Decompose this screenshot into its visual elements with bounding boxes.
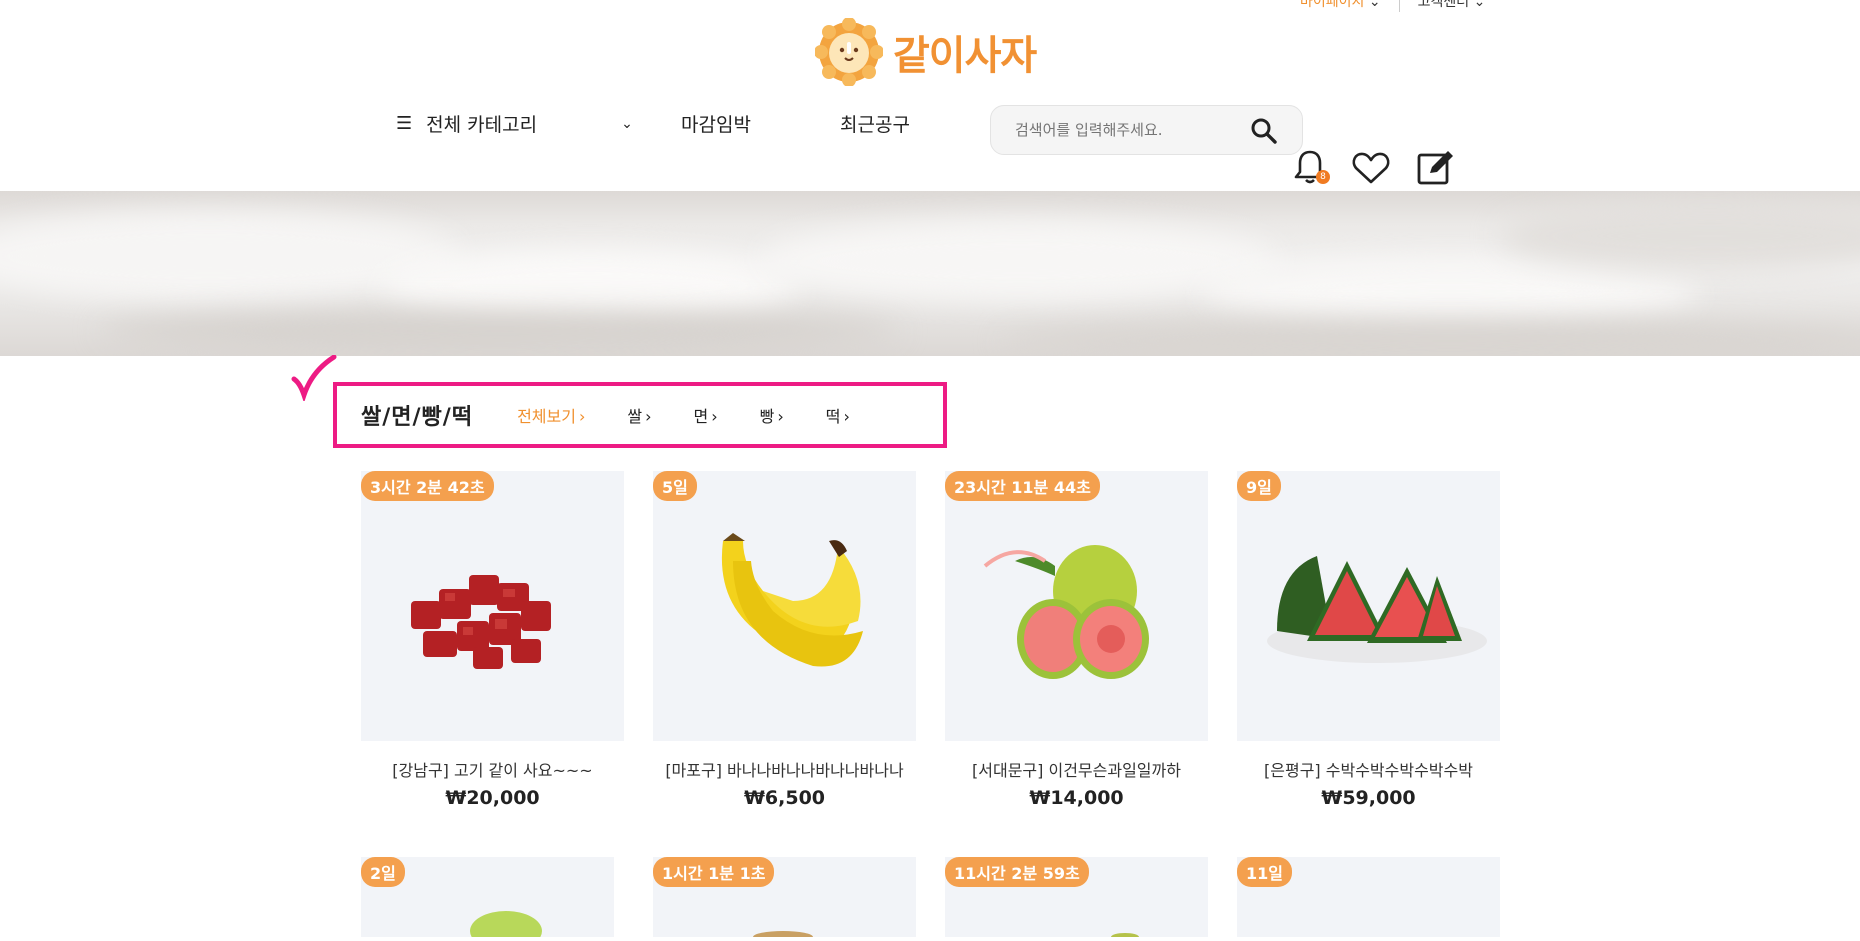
- main-nav: ☰ 전체 카테고리 ⌄: [396, 110, 633, 137]
- hamburger-icon[interactable]: ☰: [396, 113, 412, 134]
- product-card[interactable]: 9일 [은평구] 수박수박수박수박수박 ₩59,000: [1237, 471, 1500, 809]
- search-input[interactable]: [1013, 120, 1233, 140]
- chevron-down-icon[interactable]: ⌄: [621, 116, 633, 132]
- time-left-badge: 1시간 1분 1초: [653, 857, 775, 887]
- site-logo[interactable]: 같이사자: [815, 18, 1037, 86]
- product-name[interactable]: [서대문구] 이건무슨과일일까하: [945, 757, 1208, 781]
- header-icons: 8: [1292, 148, 1456, 188]
- product-price: ₩14,000: [1029, 787, 1124, 809]
- product-name[interactable]: [강남구] 고기 같이 사요~~~: [361, 757, 624, 781]
- search-bar: [990, 105, 1303, 155]
- top-utility-bar: 마이페이지 ⌄ 고객센터 ⌄: [1300, 0, 1485, 12]
- customer-center-link[interactable]: 고객센터 ⌄: [1418, 0, 1486, 11]
- category-link-noodle[interactable]: 면 ›: [694, 403, 718, 427]
- hero-banner: [0, 191, 1860, 356]
- product-image[interactable]: 11일: [1237, 857, 1500, 937]
- product-card[interactable]: 1시간 1분 1초: [653, 857, 916, 941]
- category-link-rice-cake[interactable]: 떡 ›: [826, 403, 850, 427]
- time-left-badge: 23시간 11분 44초: [945, 471, 1100, 501]
- product-card[interactable]: 5일 [마포구] 바나나바나나바나나바나나 ₩6,500: [653, 471, 916, 809]
- product-image[interactable]: 23시간 11분 44초: [945, 471, 1208, 741]
- time-left-badge: 5일: [653, 471, 697, 501]
- brand-name: 같이사자: [893, 33, 1037, 79]
- banana-image: [721, 533, 863, 667]
- product-image[interactable]: 11시간 2분 59초: [945, 857, 1208, 941]
- product-card[interactable]: 23시간 11분 44초 [서대문구] 이건무슨과일일까하 ₩14,000: [945, 471, 1208, 809]
- product-price: ₩6,500: [743, 787, 826, 809]
- product-image[interactable]: 9일: [1237, 471, 1500, 741]
- time-left-badge: 3시간 2분 42초: [361, 471, 494, 501]
- product-card[interactable]: 2일: [361, 857, 624, 941]
- product-name[interactable]: [은평구] 수박수박수박수박수박: [1237, 757, 1500, 781]
- category-link-all[interactable]: 전체보기 ›: [517, 403, 585, 427]
- product-image[interactable]: 3시간 2분 42초: [361, 471, 624, 741]
- nav-closing-soon[interactable]: 마감임박: [681, 110, 751, 137]
- product-price: ₩59,000: [1321, 787, 1416, 809]
- nav-recent-group-buy[interactable]: 최근공구: [840, 110, 910, 137]
- product-price: ₩20,000: [445, 787, 540, 809]
- all-categories-menu[interactable]: 전체 카테고리: [426, 110, 537, 137]
- time-left-badge: 9일: [1237, 471, 1281, 501]
- checkmark-icon: [291, 355, 337, 401]
- mypage-link[interactable]: 마이페이지 ⌄: [1300, 0, 1381, 11]
- category-link-rice[interactable]: 쌀 ›: [627, 403, 651, 427]
- time-left-badge: 11일: [1237, 857, 1292, 887]
- time-left-badge: 2일: [361, 857, 405, 887]
- product-name[interactable]: [마포구] 바나나바나나바나나바나나: [653, 757, 916, 781]
- category-title: 쌀/면/빵/떡: [361, 405, 474, 430]
- notifications-button[interactable]: 8: [1292, 148, 1332, 188]
- product-card[interactable]: 11일: [1237, 857, 1500, 937]
- guava-image: [983, 545, 1149, 679]
- category-link-bread[interactable]: 빵 ›: [760, 403, 784, 427]
- heart-icon[interactable]: [1352, 151, 1390, 185]
- beef-image: [411, 575, 551, 669]
- product-card[interactable]: 11시간 2분 59초: [945, 857, 1208, 941]
- product-image[interactable]: 2일: [361, 857, 614, 941]
- time-left-badge: 11시간 2분 59초: [945, 857, 1089, 887]
- lion-logo-icon: [815, 18, 883, 86]
- watermelon-image: [1267, 556, 1487, 663]
- divider: [1398, 0, 1400, 12]
- search-icon[interactable]: [1250, 117, 1278, 145]
- product-image[interactable]: 1시간 1분 1초: [653, 857, 916, 941]
- category-filter-bar: 쌀/면/빵/떡 전체보기 › 쌀 › 면 › 빵 › 떡 ›: [333, 382, 947, 448]
- product-image[interactable]: 5일: [653, 471, 916, 741]
- notification-count-badge: 8: [1316, 170, 1330, 184]
- edit-icon[interactable]: [1416, 149, 1456, 187]
- product-card[interactable]: 3시간 2분 42초 [강남구] 고기 같이 사요~~~ ₩20,000: [361, 471, 624, 809]
